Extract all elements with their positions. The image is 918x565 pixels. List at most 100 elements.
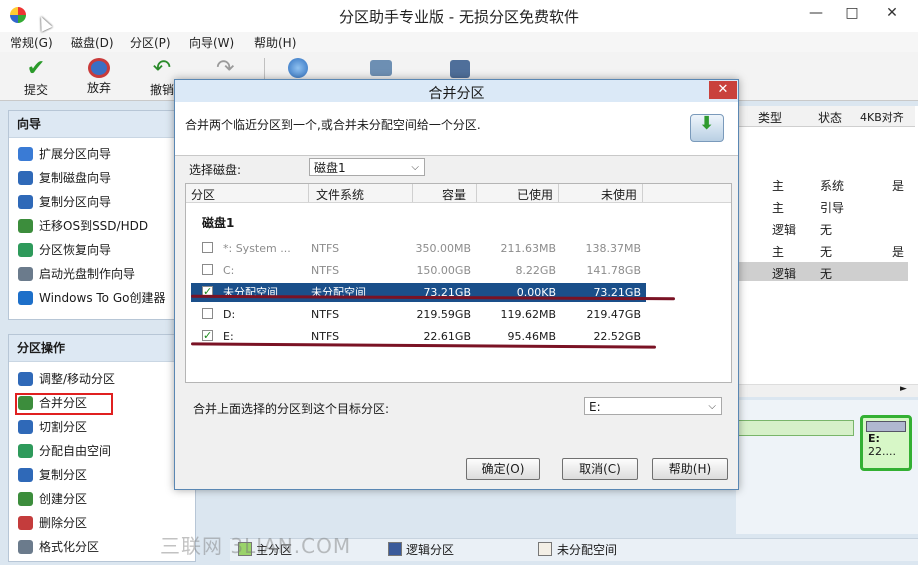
wizard-item-label: 复制分区向导 <box>39 195 112 209</box>
wizard-item[interactable]: 扩展分区向导 <box>18 145 111 163</box>
wizard-item-label: 迁移OS到SSD/HDD <box>39 219 149 233</box>
ops-item[interactable]: 分配自由空间 <box>18 442 111 460</box>
scroll-right-icon[interactable]: ► <box>900 384 907 394</box>
grid-cell-free: 141.78GB <box>586 264 641 277</box>
menu-general[interactable]: 常规(G) <box>10 34 53 51</box>
col-partition[interactable]: 分区 <box>191 186 215 203</box>
ops-item-label: 创建分区 <box>39 492 88 506</box>
grid-cell-used: 119.62MB <box>500 308 556 321</box>
disk-icon[interactable] <box>450 60 470 78</box>
ops-item-label: 调整/移动分区 <box>39 372 116 386</box>
grid-cell-fs: 未分配空间 <box>311 286 366 299</box>
partition-checkbox[interactable] <box>202 308 213 319</box>
partition-list-cell: 无 <box>820 245 833 259</box>
select-disk-dropdown[interactable]: 磁盘1 ⌵ <box>309 158 425 176</box>
menu-wizard[interactable]: 向导(W) <box>189 34 234 51</box>
ops-item[interactable]: 复制分区 <box>18 466 87 484</box>
target-partition-dropdown[interactable]: E: ⌵ <box>584 397 722 415</box>
refresh-icon[interactable] <box>288 58 308 78</box>
wizard-item-label: 启动光盘制作向导 <box>39 267 136 281</box>
minimize-button[interactable]: — <box>800 2 832 24</box>
ops-item-label: 分配自由空间 <box>39 444 112 458</box>
col-sep <box>412 184 413 202</box>
grid-row[interactable]: D: NTFS 219.59GB 119.62MB 219.47GB <box>191 305 646 324</box>
ops-item[interactable]: 切割分区 <box>18 418 87 436</box>
wizard-item-label: 分区恢复向导 <box>39 243 112 257</box>
grid-cell-used: 211.63MB <box>500 242 556 255</box>
grid-row[interactable]: *: System ... NTFS 350.00MB 211.63MB 138.37M… <box>191 239 646 258</box>
disk-e-bar <box>866 421 906 432</box>
chevron-down-icon: ⌵ <box>708 401 716 412</box>
partition-list-cell: 是 <box>892 179 905 193</box>
col-sep <box>476 184 477 202</box>
col-sep <box>558 184 559 202</box>
col-4kb[interactable]: 4KB对齐 <box>860 109 904 125</box>
cancel-button[interactable]: 取消(C) <box>562 458 638 480</box>
ops-item[interactable]: 调整/移动分区 <box>18 370 115 388</box>
col-capacity[interactable]: 容量 <box>442 186 466 203</box>
partition-list-cell: 系统 <box>820 179 845 193</box>
wizard-item[interactable]: 启动光盘制作向导 <box>18 265 135 283</box>
partition-checkbox[interactable] <box>202 242 213 253</box>
target-partition-value: E: <box>589 400 601 414</box>
col-type[interactable]: 类型 <box>758 109 782 126</box>
discard-button[interactable]: 放弃 <box>77 54 121 98</box>
dialog-close-button[interactable]: ✕ <box>709 81 737 99</box>
split-partition-icon <box>18 420 33 434</box>
wizard-item[interactable]: Windows To Go创建器 <box>18 289 165 307</box>
col-filesystem[interactable]: 文件系统 <box>316 186 364 203</box>
ops-item[interactable]: 删除分区 <box>18 514 87 532</box>
partition-list-cell: 逻辑 <box>772 223 797 237</box>
ops-item-label: 切割分区 <box>39 420 88 434</box>
discard-label: 放弃 <box>86 81 111 95</box>
extend-partition-icon <box>18 147 33 161</box>
migrate-os-icon <box>18 219 33 233</box>
grid-group-disk1: 磁盘1 <box>202 216 235 230</box>
menu-partition[interactable]: 分区(P) <box>130 34 171 51</box>
wizard-item[interactable]: 复制磁盘向导 <box>18 169 111 187</box>
disk-map-partition-e[interactable]: E: 22.... <box>860 415 912 471</box>
menu-disk[interactable]: 磁盘(D) <box>71 34 114 51</box>
col-free[interactable]: 未使用 <box>601 186 637 203</box>
delete-partition-icon <box>18 516 33 530</box>
ops-item-label: 删除分区 <box>39 516 88 530</box>
ops-item-label: 格式化分区 <box>39 540 100 554</box>
watermark: 三联网 3LIAN.COM <box>160 534 352 558</box>
help-button[interactable]: 帮助(H) <box>652 458 728 480</box>
grid-header: 分区 文件系统 容量 已使用 未使用 <box>186 184 731 203</box>
down-arrow-icon: ⬇ <box>699 113 715 134</box>
col-status[interactable]: 状态 <box>818 109 842 126</box>
wizard-item[interactable]: 迁移OS到SSD/HDD <box>18 217 148 235</box>
merge-highlight-box <box>15 393 113 415</box>
grid-cell-capacity: 350.00MB <box>415 242 471 255</box>
create-partition-icon <box>18 492 33 506</box>
partition-checkbox[interactable] <box>202 264 213 275</box>
grid-cell-capacity: 219.59GB <box>416 308 471 321</box>
close-button[interactable]: ✕ <box>872 2 912 24</box>
menu-help[interactable]: 帮助(H) <box>254 34 296 51</box>
wizard-item[interactable]: 复制分区向导 <box>18 193 111 211</box>
scrollbar-track[interactable] <box>736 384 918 397</box>
grid-cell-free: 219.47GB <box>586 308 641 321</box>
maximize-button[interactable]: □ <box>836 2 868 24</box>
ops-item[interactable]: 格式化分区 <box>18 538 99 556</box>
grid-cell-partition: D: <box>223 308 236 321</box>
wizard-item[interactable]: 分区恢复向导 <box>18 241 111 259</box>
grid-row[interactable]: C: NTFS 150.00GB 8.22GB 141.78GB <box>191 261 646 280</box>
copy-disk-icon <box>18 171 33 185</box>
col-used[interactable]: 已使用 <box>517 186 553 203</box>
ok-button[interactable]: 确定(O) <box>466 458 540 480</box>
tools-icon[interactable] <box>370 60 392 76</box>
grid-cell-partition: C: <box>223 264 235 277</box>
ops-panel-title: 分区操作 <box>9 335 195 362</box>
wizard-item-label: 复制磁盘向导 <box>39 171 112 185</box>
partition-checkbox[interactable] <box>202 326 213 345</box>
grid-cell-capacity: 150.00GB <box>416 264 471 277</box>
legend-unallocated: 未分配空间 <box>557 543 618 557</box>
redo-icon[interactable]: ↷ <box>216 56 234 81</box>
grid-cell-used: 95.46MB <box>507 330 556 343</box>
commit-button[interactable]: ✔ 提交 <box>14 54 58 98</box>
wizard-item-label: 扩展分区向导 <box>39 147 112 161</box>
legend-unallocated-swatch <box>538 542 552 556</box>
ops-item[interactable]: 创建分区 <box>18 490 87 508</box>
